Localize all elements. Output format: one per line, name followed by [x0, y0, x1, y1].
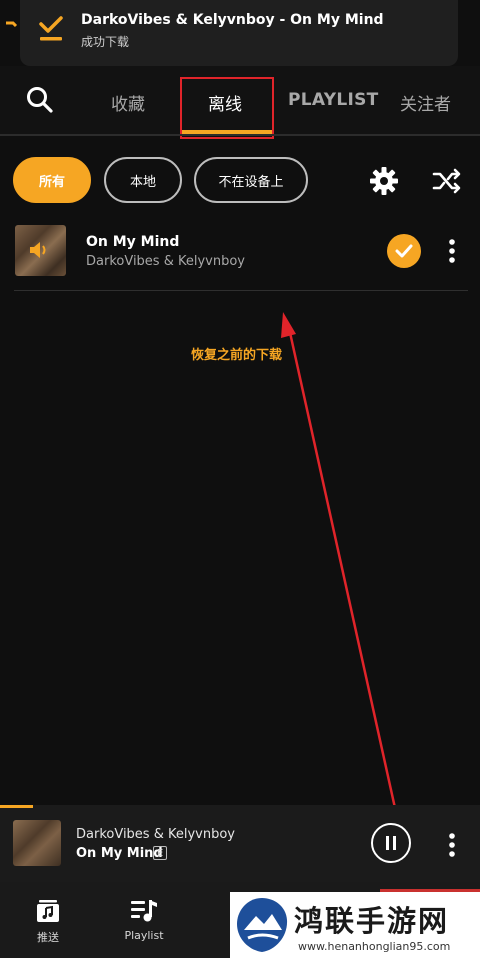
player-album-art[interactable]: [13, 820, 61, 866]
status-bar-glyph: [6, 14, 20, 28]
watermark-logo-icon: [234, 896, 290, 954]
track-more-options-icon[interactable]: [446, 236, 458, 266]
playlist-icon: [130, 898, 158, 924]
music-note-box-icon: [34, 898, 62, 924]
annotation-highlight-box: [180, 77, 274, 139]
download-check-icon: [38, 16, 64, 42]
notification-subtitle: 成功下载: [81, 35, 130, 49]
gear-icon[interactable]: [368, 165, 400, 197]
track-title[interactable]: On My Mind: [86, 234, 179, 250]
track-artist: DarkoVibes & Kelyvnboy: [86, 254, 245, 269]
player-artist: DarkoVibes & Kelyvnboy: [76, 827, 235, 842]
downloaded-check-icon: [387, 234, 421, 268]
nav-divider: [0, 134, 480, 136]
bottom-nav-label: 推送: [37, 931, 59, 944]
player-title: On My Mind: [76, 846, 163, 861]
pause-icon: [386, 836, 396, 850]
search-icon[interactable]: [26, 86, 54, 114]
row-divider: [14, 290, 468, 291]
player-more-options-icon[interactable]: [446, 831, 458, 859]
bottom-nav-item-feed[interactable]: 推送: [13, 898, 83, 945]
watermark-url: www.henanhonglian95.com: [298, 940, 451, 953]
shuffle-icon[interactable]: [431, 166, 463, 196]
watermark-brand: 鸿联手游网: [294, 904, 450, 938]
tab-playlist[interactable]: PLAYLIST: [288, 90, 379, 110]
bottom-nav-label: Playlist: [124, 929, 164, 942]
tab-favorites[interactable]: 收藏: [111, 90, 145, 115]
filter-chip-not-on-device[interactable]: 不在设备上: [194, 157, 308, 203]
tab-followers[interactable]: 关注者: [400, 90, 451, 115]
filter-chip-local[interactable]: 本地: [104, 157, 182, 203]
filter-chip-all[interactable]: 所有: [13, 157, 91, 203]
notification-title: DarkoVibes & Kelyvnboy - On My Mind: [81, 12, 384, 28]
now-playing-speaker-icon: [28, 240, 50, 260]
bottom-nav-item-playlist[interactable]: Playlist: [109, 898, 179, 942]
explicit-badge: E: [153, 846, 167, 860]
playback-progress-bar[interactable]: [0, 805, 33, 808]
pause-button[interactable]: [371, 823, 411, 863]
